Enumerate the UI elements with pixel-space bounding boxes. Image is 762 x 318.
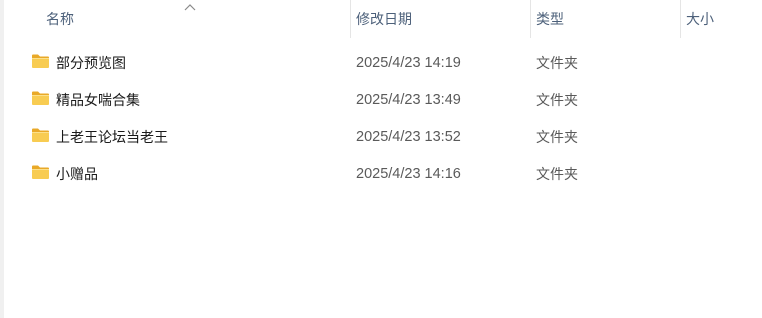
column-header-type-label: 类型 [536, 12, 564, 28]
column-header-size[interactable]: 大小 [678, 0, 762, 38]
item-date-modified: 2025/4/23 14:19 [356, 54, 461, 71]
item-type: 文件夹 [536, 92, 578, 109]
column-header-date-modified[interactable]: 修改日期 [348, 0, 526, 38]
item-date-modified: 2025/4/23 14:16 [356, 165, 461, 182]
item-type: 文件夹 [536, 129, 578, 146]
item-type: 文件夹 [536, 55, 578, 72]
item-date-modified: 2025/4/23 13:49 [356, 91, 461, 108]
item-type: 文件夹 [536, 166, 578, 183]
item-name: 精品女喘合集 [56, 92, 140, 109]
item-name: 上老王论坛当老王 [56, 129, 168, 146]
column-header-date-label: 修改日期 [356, 12, 412, 28]
file-list: 部分预览图 2025/4/23 14:19 文件夹 精品女喘合集 2025/4/… [4, 44, 762, 192]
file-list-item[interactable]: 精品女喘合集 2025/4/23 13:49 文件夹 [4, 81, 762, 118]
column-header-type[interactable]: 类型 [528, 0, 676, 38]
file-list-item[interactable]: 上老王论坛当老王 2025/4/23 13:52 文件夹 [4, 118, 762, 155]
column-header-size-label: 大小 [686, 12, 714, 28]
file-explorer-details-view: 名称 修改日期 类型 大小 部分预览图 2025/4/23 14:19 文件夹 [0, 0, 762, 318]
folder-icon [32, 165, 49, 179]
folder-icon [32, 91, 49, 105]
column-header-bar: 名称 修改日期 类型 大小 [4, 0, 762, 38]
file-list-item[interactable]: 部分预览图 2025/4/23 14:19 文件夹 [4, 44, 762, 81]
column-header-name-label: 名称 [46, 12, 74, 28]
column-header-name[interactable]: 名称 [38, 0, 348, 38]
item-date-modified: 2025/4/23 13:52 [356, 128, 461, 145]
item-name: 部分预览图 [56, 55, 126, 72]
file-list-item[interactable]: 小赠品 2025/4/23 14:16 文件夹 [4, 155, 762, 192]
folder-icon [32, 54, 49, 68]
item-name: 小赠品 [56, 166, 98, 183]
folder-icon [32, 128, 49, 142]
